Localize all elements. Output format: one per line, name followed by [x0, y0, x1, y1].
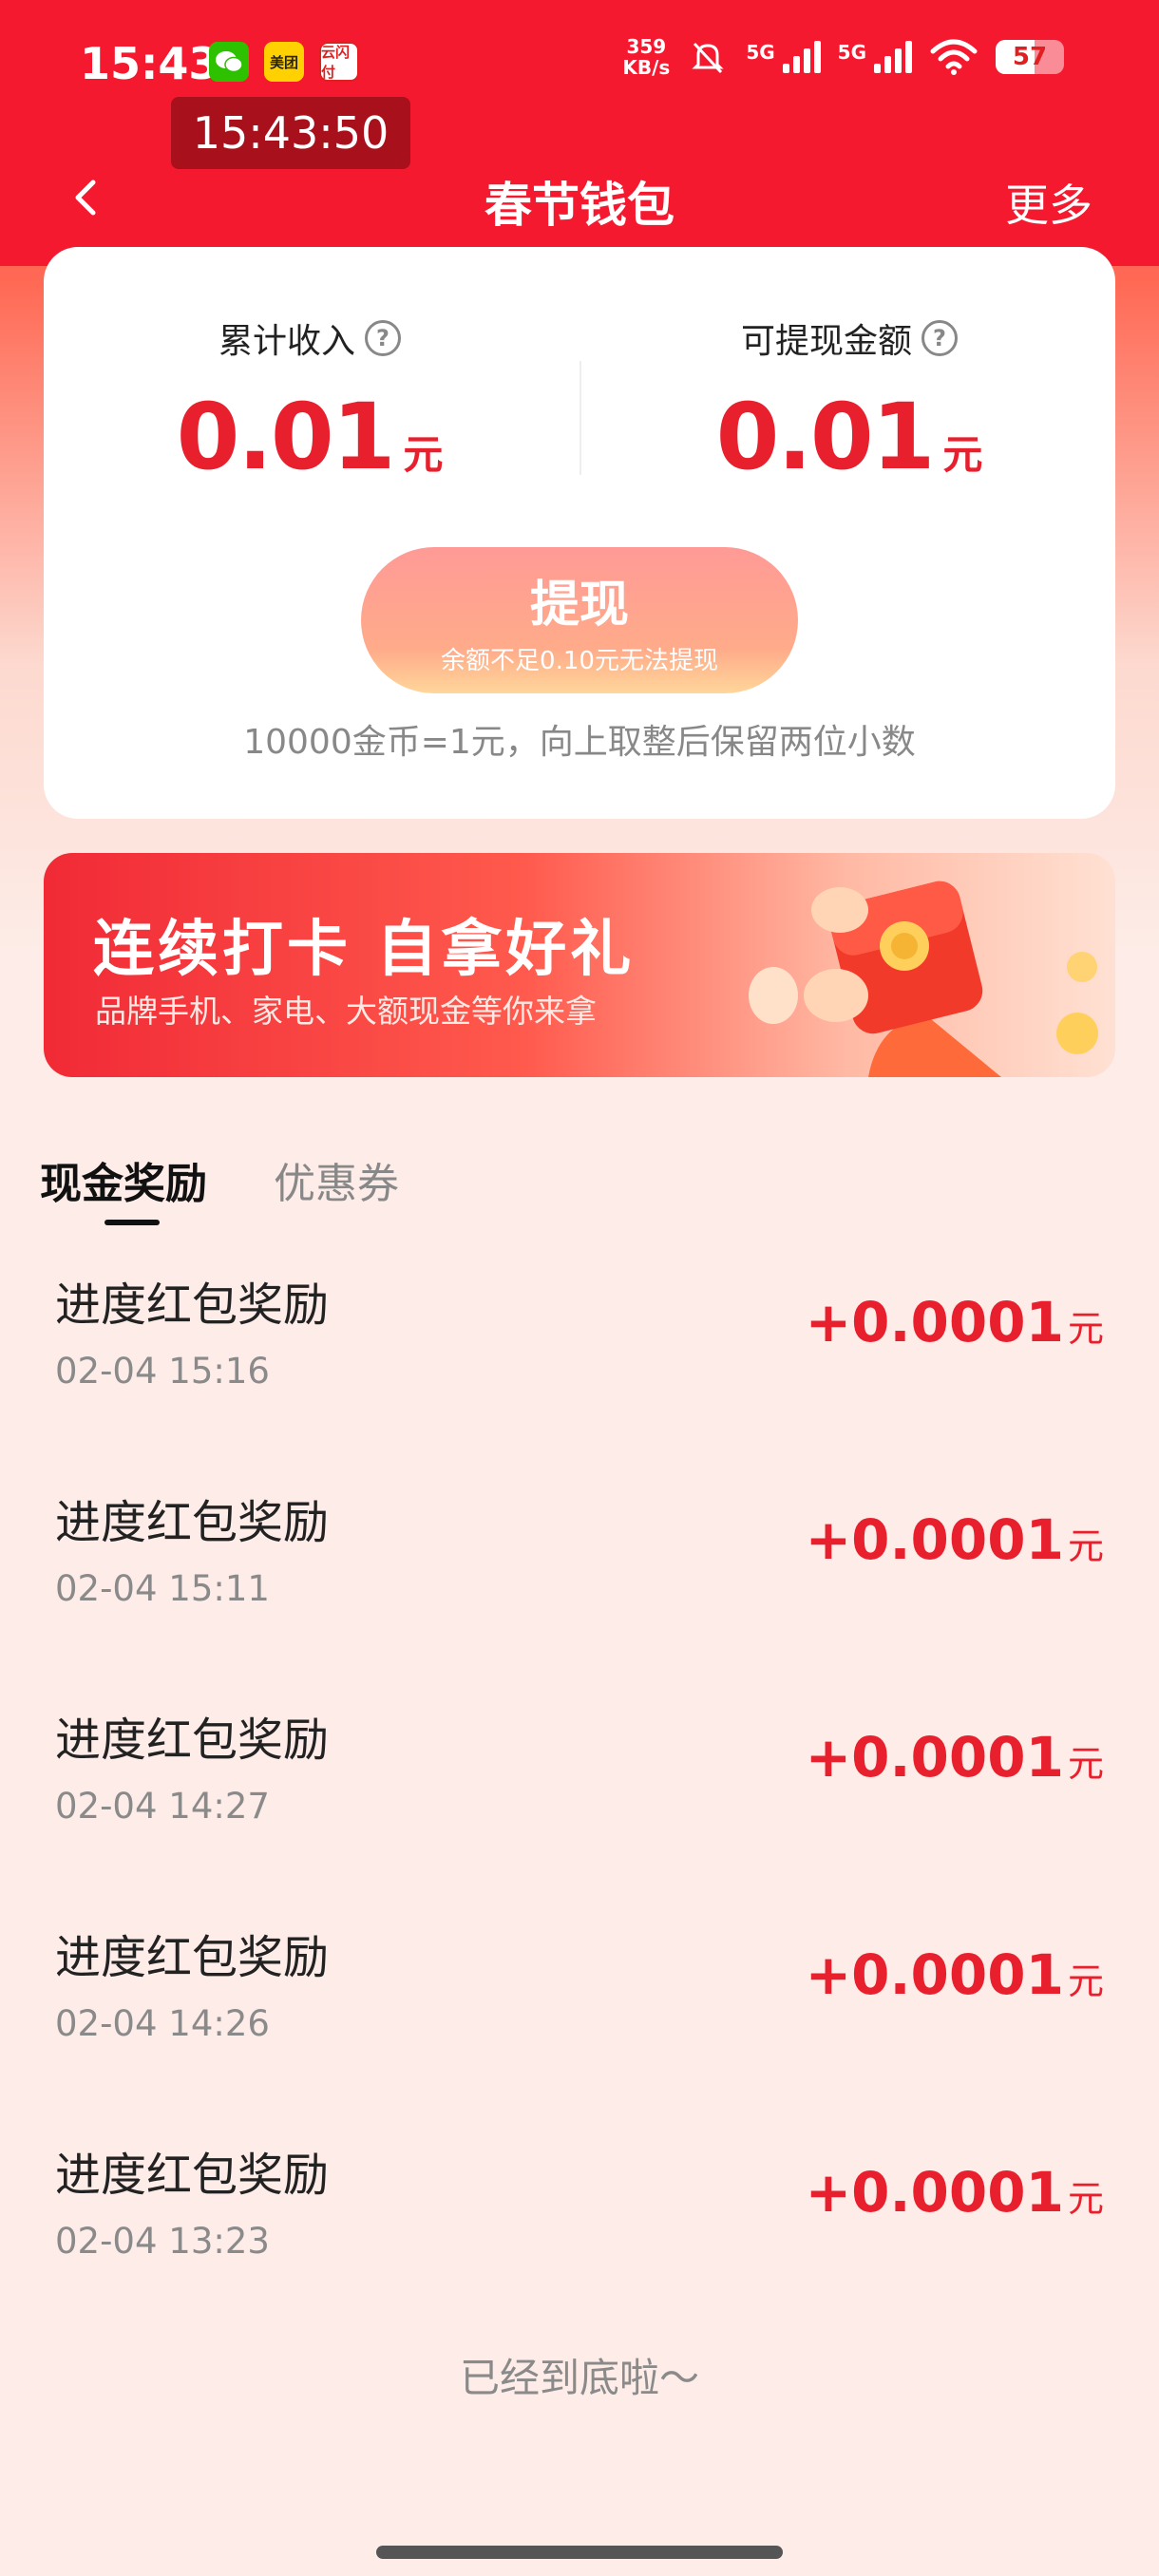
- list-item: 进度红包奖励 02-04 14:27 +0.0001 元: [0, 1685, 1159, 1903]
- clock-overlay: 15:43:50: [171, 97, 410, 169]
- status-time: 15:43: [80, 38, 219, 89]
- network-speed: 359 KB/s: [622, 36, 670, 78]
- withdrawable-label-row: 可提现金额 ?: [741, 313, 958, 363]
- withdrawable-value-row: 0.01 元: [583, 384, 1115, 490]
- reward-time: 02-04 14:27: [55, 1786, 270, 1827]
- unionpay-notification-icon: 云闪付: [319, 42, 359, 82]
- battery-icon: 57: [996, 40, 1064, 74]
- meituan-notification-icon: 美团: [264, 42, 304, 82]
- reward-time: 02-04 13:23: [55, 2221, 270, 2262]
- reward-amount-value: +0.0001: [805, 1725, 1064, 1790]
- mute-bell-icon: [692, 42, 724, 74]
- reward-title: 进度红包奖励: [55, 2149, 330, 2202]
- banner-subtitle: 品牌手机、家电、大额现金等你来拿: [95, 993, 597, 1030]
- wechat-notification-icon: [209, 42, 249, 82]
- reward-amount: +0.0001 元: [806, 1290, 1104, 1354]
- reward-time: 02-04 14:26: [55, 2003, 270, 2044]
- reward-amount-unit: 元: [1067, 1743, 1104, 1785]
- total-income-unit: 元: [403, 431, 444, 478]
- balance-card: 累计收入 ? 0.01 元 可提现金额 ? 0.01 元 提现 余额不足0.10…: [44, 247, 1115, 819]
- reward-title: 进度红包奖励: [55, 1496, 330, 1549]
- reward-amount-value: +0.0001: [805, 1507, 1064, 1572]
- help-icon[interactable]: ?: [922, 320, 958, 356]
- withdrawable-unit: 元: [942, 431, 983, 478]
- reward-amount-unit: 元: [1067, 2178, 1104, 2220]
- tab-cash-rewards[interactable]: 现金奖励: [40, 1149, 207, 1210]
- signal-2-label: 5G: [837, 41, 866, 64]
- withdraw-button-label: 提现: [529, 577, 629, 634]
- reward-title: 进度红包奖励: [55, 1714, 330, 1767]
- list-item: 进度红包奖励 02-04 14:26 +0.0001 元: [0, 1903, 1159, 2120]
- checkin-promo-banner[interactable]: 连续打卡 自拿好礼 品牌手机、家电、大额现金等你来拿: [44, 853, 1115, 1077]
- exchange-rate-note: 10000金币=1元，向上取整后保留两位小数: [243, 723, 916, 762]
- reward-amount: +0.0001 元: [806, 1507, 1104, 1572]
- list-item: 进度红包奖励 02-04 15:11 +0.0001 元: [0, 1468, 1159, 1685]
- signal-strength-icon: 5G: [746, 41, 821, 73]
- reward-amount-unit: 元: [1067, 1525, 1104, 1567]
- reward-amount: +0.0001 元: [806, 1942, 1104, 2007]
- red-envelope-gift-illustration: [749, 881, 1098, 1077]
- reward-list: 进度红包奖励 02-04 15:16 +0.0001 元 进度红包奖励 02-0…: [0, 1250, 1159, 2338]
- network-speed-unit: KB/s: [622, 56, 671, 79]
- reward-amount: +0.0001 元: [806, 1725, 1104, 1790]
- withdrawable-label: 可提现金额: [740, 322, 912, 361]
- withdraw-button[interactable]: 提现 余额不足0.10元无法提现: [361, 547, 798, 693]
- withdraw-button-subtext: 余额不足0.10元无法提现: [441, 647, 718, 675]
- total-income-value: 0.01: [176, 384, 396, 490]
- withdrawable-value: 0.01: [715, 384, 936, 490]
- reward-amount-unit: 元: [1067, 1308, 1104, 1350]
- top-bar: 15:43 美团 云闪付 359 KB/s 5G 5G 57 15:43:50 …: [0, 0, 1159, 266]
- list-item: 进度红包奖励 02-04 15:16 +0.0001 元: [0, 1250, 1159, 1468]
- reward-amount-value: +0.0001: [805, 1290, 1064, 1354]
- end-of-list-note: 已经到底啦～: [459, 2355, 699, 2401]
- list-item: 进度红包奖励 02-04 13:23 +0.0001 元: [0, 2120, 1159, 2338]
- reward-amount-unit: 元: [1067, 1960, 1104, 2002]
- stat-divider: [580, 361, 581, 475]
- reward-time: 02-04 15:11: [55, 1568, 270, 1609]
- status-indicators: 359 KB/s 5G 5G 57: [622, 36, 1064, 78]
- reward-title: 进度红包奖励: [55, 1279, 330, 1332]
- signal-1-label: 5G: [746, 41, 775, 64]
- wifi-icon: [930, 39, 978, 75]
- banner-title: 连续打卡 自拿好礼: [93, 914, 636, 985]
- active-tab-indicator: [104, 1220, 160, 1225]
- total-income-label-row: 累计收入 ?: [218, 313, 401, 363]
- reward-amount-value: +0.0001: [805, 2160, 1064, 2225]
- reward-amount: +0.0001 元: [806, 2160, 1104, 2225]
- battery-level: 57: [1012, 43, 1048, 71]
- more-button[interactable]: 更多: [1005, 171, 1092, 234]
- total-income-label: 累计收入: [218, 322, 355, 361]
- reward-title: 进度红包奖励: [55, 1931, 330, 1984]
- page-title: 春节钱包: [484, 178, 674, 233]
- reward-amount-value: +0.0001: [805, 1942, 1064, 2007]
- total-income-stat: 累计收入 ? 0.01 元: [44, 313, 576, 490]
- help-icon[interactable]: ?: [365, 320, 401, 356]
- tab-coupons[interactable]: 优惠券: [274, 1149, 399, 1210]
- home-indicator[interactable]: [376, 2546, 783, 2559]
- withdrawable-stat: 可提现金额 ? 0.01 元: [583, 313, 1115, 490]
- total-income-value-row: 0.01 元: [44, 384, 576, 490]
- signal-strength-icon-2: 5G: [838, 41, 912, 73]
- network-speed-value: 359: [626, 35, 667, 58]
- reward-time: 02-04 15:16: [55, 1351, 270, 1392]
